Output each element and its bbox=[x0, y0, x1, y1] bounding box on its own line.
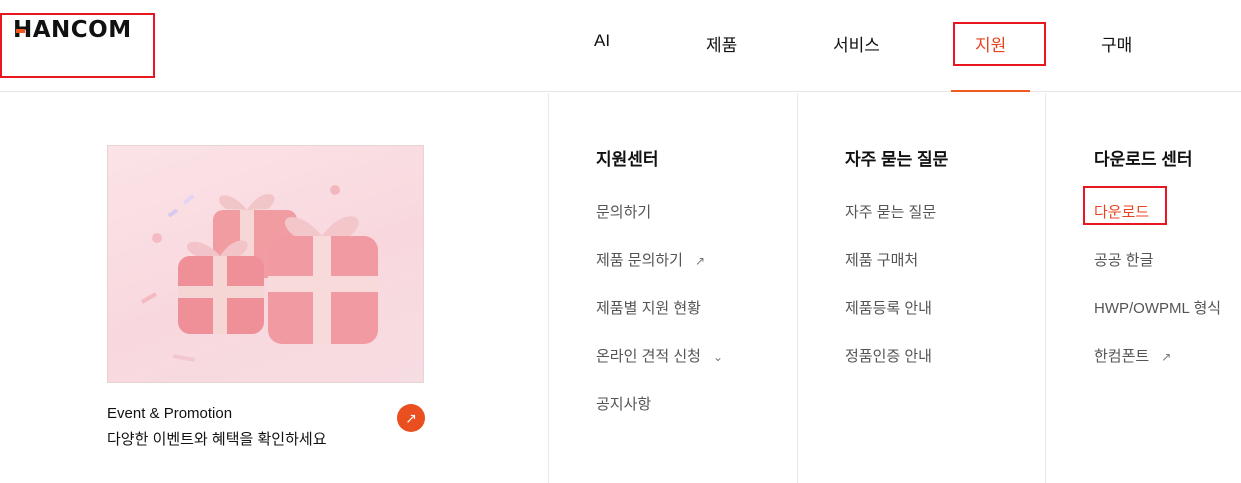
link-label: 정품인증 안내 bbox=[845, 348, 932, 365]
link-label: 한컴폰트 bbox=[1094, 348, 1150, 365]
link-product-inquiry[interactable]: 제품 문의하기 ↗ bbox=[596, 249, 705, 270]
link-label: 문의하기 bbox=[596, 204, 652, 221]
chevron-down-icon: ⌄ bbox=[712, 350, 723, 364]
link-online-quote[interactable]: 온라인 견적 신청 ⌄ bbox=[596, 345, 723, 366]
gift-boxes-illustration bbox=[141, 185, 378, 362]
external-link-icon: ↗ bbox=[694, 254, 706, 268]
link-label: 제품 구매처 bbox=[845, 252, 919, 269]
link-label: HWP/OWPML 형식 bbox=[1094, 300, 1222, 317]
link-label: 제품등록 안내 bbox=[845, 300, 932, 317]
promo-subtitle: 다양한 이벤트와 혜택을 확인하세요 bbox=[107, 431, 327, 448]
link-notices[interactable]: 공지사항 bbox=[596, 393, 651, 414]
column-divider bbox=[548, 93, 549, 483]
link-download[interactable]: 다운로드 bbox=[1094, 201, 1149, 222]
link-label: 온라인 견적 신청 bbox=[596, 348, 701, 365]
hancom-logo[interactable]: HANCOM bbox=[13, 17, 132, 43]
column-title-support-center: 지원센터 bbox=[596, 150, 659, 169]
column-title-download-center: 다운로드 센터 bbox=[1094, 150, 1193, 169]
nav-highlight-box bbox=[953, 22, 1046, 66]
link-product-support-status[interactable]: 제품별 지원 현황 bbox=[596, 297, 701, 318]
nav-item-purchase[interactable]: 구매 bbox=[1101, 31, 1132, 56]
link-label: 자주 묻는 질문 bbox=[845, 204, 937, 221]
header: HANCOM AI 제품 서비스 지원 구매 bbox=[0, 0, 1241, 92]
arrow-up-right-icon: ↗ bbox=[405, 410, 417, 426]
column-title-faq: 자주 묻는 질문 bbox=[845, 150, 949, 169]
link-label: 제품별 지원 현황 bbox=[596, 300, 701, 317]
logo-text: HANCOM bbox=[13, 17, 132, 43]
nav-item-ai[interactable]: AI bbox=[594, 31, 610, 51]
column-divider bbox=[797, 93, 798, 483]
link-label: 공지사항 bbox=[596, 396, 652, 413]
link-label: 공공 한글 bbox=[1094, 252, 1154, 269]
nav-active-underline bbox=[951, 90, 1030, 92]
link-public-hangul[interactable]: 공공 한글 bbox=[1094, 249, 1153, 270]
link-product-registration[interactable]: 제품등록 안내 bbox=[845, 297, 932, 318]
promo-gift-image[interactable] bbox=[107, 145, 424, 383]
promo-title: Event & Promotion bbox=[107, 405, 233, 422]
link-hwp-owpml-format[interactable]: HWP/OWPML 형식 bbox=[1094, 297, 1221, 318]
link-faq[interactable]: 자주 묻는 질문 bbox=[845, 201, 936, 222]
link-where-to-buy[interactable]: 제품 구매처 bbox=[845, 249, 918, 270]
link-label: 제품 문의하기 bbox=[596, 252, 683, 269]
link-inquiry[interactable]: 문의하기 bbox=[596, 201, 651, 222]
nav-item-services[interactable]: 서비스 bbox=[833, 31, 880, 56]
link-hancom-fonts[interactable]: 한컴폰트 ↗ bbox=[1094, 345, 1171, 366]
link-label: 다운로드 bbox=[1094, 204, 1150, 221]
column-divider bbox=[1045, 93, 1046, 483]
link-license-activation[interactable]: 정품인증 안내 bbox=[845, 345, 932, 366]
nav-item-products[interactable]: 제품 bbox=[706, 31, 737, 56]
promo-link-button[interactable]: ↗ bbox=[397, 404, 425, 432]
external-link-icon: ↗ bbox=[1161, 350, 1172, 364]
